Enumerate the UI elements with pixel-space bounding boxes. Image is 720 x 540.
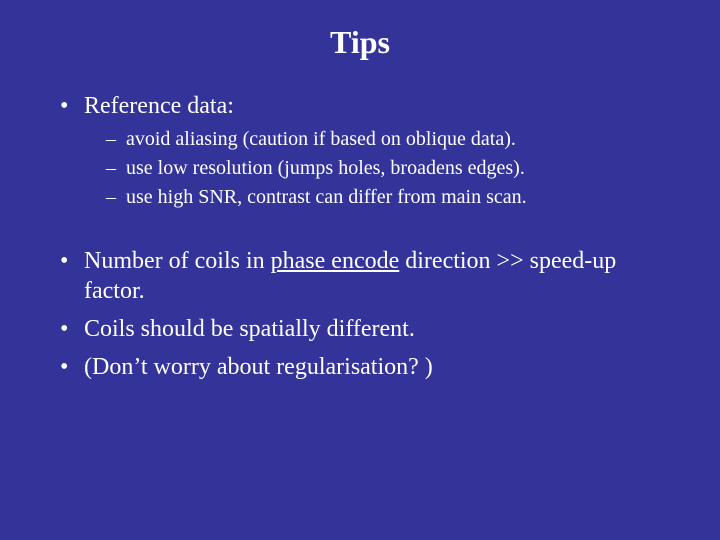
bullet-list: Reference data: avoid aliasing (caution … xyxy=(60,91,670,210)
bullet-text-underline: phase encode xyxy=(271,248,400,274)
sub-bullet-text: use high SNR, contrast can differ from m… xyxy=(126,186,527,208)
bullet-text: (Don’t worry about regularisation? ) xyxy=(84,354,433,380)
slide-title: Tips xyxy=(0,0,720,61)
slide-content: Reference data: avoid aliasing (caution … xyxy=(0,61,720,382)
bullet-text: Coils should be spatially different. xyxy=(84,316,415,342)
sub-bullet-text: use low resolution (jumps holes, broaden… xyxy=(126,157,525,179)
bullet-coils-spatial: Coils should be spatially different. xyxy=(60,314,670,344)
bullet-text: Reference data: xyxy=(84,93,234,119)
bullet-num-coils: Number of coils in phase encode directio… xyxy=(60,246,670,306)
spacer xyxy=(60,218,670,246)
sub-bullet-list: avoid aliasing (caution if based on obli… xyxy=(106,127,670,210)
bullet-list-2: Number of coils in phase encode directio… xyxy=(60,246,670,382)
sub-bullet: use high SNR, contrast can differ from m… xyxy=(106,185,670,210)
sub-bullet: use low resolution (jumps holes, broaden… xyxy=(106,156,670,181)
bullet-text-pre: Number of coils in xyxy=(84,248,271,274)
sub-bullet-text: avoid aliasing (caution if based on obli… xyxy=(126,128,516,150)
bullet-reference-data: Reference data: avoid aliasing (caution … xyxy=(60,91,670,210)
slide: Tips Reference data: avoid aliasing (cau… xyxy=(0,0,720,540)
bullet-regularisation: (Don’t worry about regularisation? ) xyxy=(60,352,670,382)
sub-bullet: avoid aliasing (caution if based on obli… xyxy=(106,127,670,152)
